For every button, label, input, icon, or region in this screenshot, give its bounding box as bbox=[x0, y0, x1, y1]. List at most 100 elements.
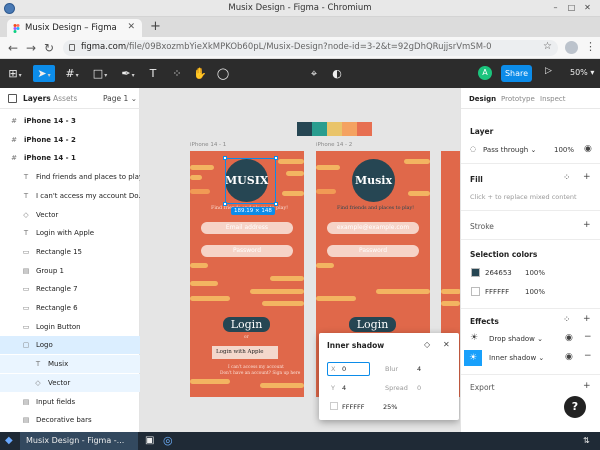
layer-item[interactable]: T I can't access my account Do... bbox=[0, 187, 140, 205]
layer-item[interactable]: ▭ Rectangle 6 bbox=[0, 299, 140, 317]
shape-tool-button[interactable]: □▾ bbox=[90, 65, 110, 82]
forward-button[interactable]: → bbox=[26, 41, 36, 55]
color-opacity[interactable]: 100% bbox=[525, 288, 545, 296]
tab-close-icon[interactable]: ✕ bbox=[127, 22, 135, 32]
palette-swatch[interactable] bbox=[342, 122, 357, 136]
layer-item[interactable]: ▤ Decorative bars bbox=[0, 411, 140, 429]
tab-assets[interactable]: Assets bbox=[53, 94, 77, 103]
layer-item[interactable]: T Find friends and places to play! bbox=[0, 168, 140, 186]
components-icon[interactable]: ⌖ bbox=[307, 65, 321, 82]
blend-mode-select[interactable]: Pass through ⌄ bbox=[483, 146, 536, 154]
present-play-icon[interactable]: ▷ bbox=[545, 66, 552, 76]
frame-label-2[interactable]: iPhone 14 - 2 bbox=[316, 142, 352, 148]
frame-tool-button[interactable]: #▾ bbox=[62, 65, 82, 82]
style-grid-icon[interactable]: ⁘ bbox=[563, 173, 571, 183]
add-export-button[interactable]: + bbox=[583, 381, 591, 391]
layer-item[interactable]: # iPhone 14 - 2 bbox=[0, 131, 140, 149]
url-field[interactable]: figma.com/file/09BxozmbYieXkMPKOb60pL/Mu… bbox=[63, 40, 558, 56]
resize-handle[interactable] bbox=[274, 202, 278, 206]
contrast-icon[interactable]: ◐ bbox=[330, 65, 344, 82]
palette-swatch[interactable] bbox=[357, 122, 372, 136]
close-window-button[interactable]: ✕ bbox=[582, 3, 593, 14]
design-canvas[interactable]: iPhone 14 - 1 iPhone 14 - 2 MUSIX Find f… bbox=[140, 88, 460, 432]
layer-item[interactable]: ▤ Group 1 bbox=[0, 262, 140, 280]
remove-effect-button[interactable]: − bbox=[584, 332, 592, 342]
tab-layers[interactable]: Layers bbox=[23, 94, 51, 103]
blur-value[interactable]: 4 bbox=[417, 365, 421, 373]
drop-icon[interactable]: ◇ bbox=[424, 340, 430, 349]
share-button[interactable]: Share bbox=[501, 65, 532, 82]
layer-item[interactable]: T Login with Apple bbox=[0, 224, 140, 242]
layer-item[interactable]: ◇ Vector bbox=[0, 373, 140, 392]
effect-settings-icon[interactable]: ☀ bbox=[470, 333, 478, 343]
browser-menu-icon[interactable]: ⋮ bbox=[585, 40, 596, 53]
resize-handle[interactable] bbox=[223, 156, 227, 160]
network-tray-icon[interactable]: ⇅ bbox=[583, 432, 590, 450]
frame-label-1[interactable]: iPhone 14 - 1 bbox=[190, 142, 226, 148]
palette-swatch[interactable] bbox=[297, 122, 312, 136]
shadow-color-hex[interactable]: FFFFFF bbox=[342, 403, 364, 411]
help-button[interactable]: ? bbox=[564, 396, 586, 418]
password-input-2[interactable]: Password bbox=[327, 245, 419, 257]
effect-type-select[interactable]: Inner shadow ⌄ bbox=[489, 354, 544, 362]
spread-value[interactable]: 0 bbox=[417, 384, 421, 392]
layer-item[interactable]: ▤ Input fields bbox=[0, 393, 140, 411]
start-menu-icon[interactable]: ◆ bbox=[5, 432, 13, 450]
login-button-2[interactable]: Login bbox=[349, 317, 396, 332]
add-fill-button[interactable]: + bbox=[583, 172, 591, 182]
layer-item[interactable]: T Musix bbox=[0, 355, 140, 374]
zoom-level[interactable]: 50% ▾ bbox=[570, 68, 594, 77]
y-value[interactable]: 4 bbox=[342, 384, 346, 392]
resize-handle[interactable] bbox=[274, 156, 278, 160]
user-avatar[interactable]: A bbox=[478, 66, 492, 80]
layer-item[interactable]: ▢ Logo bbox=[0, 336, 140, 355]
color-hex[interactable]: 264653 bbox=[485, 269, 512, 277]
email-input[interactable]: Email address bbox=[201, 222, 293, 234]
effect-visibility-eye-icon[interactable]: ◉ bbox=[565, 352, 573, 362]
tab-design[interactable]: Design bbox=[469, 95, 496, 103]
layer-item[interactable]: ◇ Vector bbox=[0, 206, 140, 224]
page-selector[interactable]: Page 1 ⌄ bbox=[103, 94, 137, 103]
minimize-button[interactable]: – bbox=[550, 3, 561, 14]
add-stroke-button[interactable]: + bbox=[583, 220, 591, 230]
layer-item[interactable]: ▭ Rectangle 15 bbox=[0, 243, 140, 261]
palette-swatch[interactable] bbox=[327, 122, 342, 136]
panel-toggle-icon[interactable] bbox=[8, 94, 17, 103]
effect-settings-icon[interactable]: ☀ bbox=[464, 350, 482, 366]
resources-button[interactable]: ⁘ bbox=[170, 65, 184, 82]
back-button[interactable]: ← bbox=[8, 41, 18, 55]
pen-tool-button[interactable]: ✒▾ bbox=[118, 65, 138, 82]
email-input-2[interactable]: example@example.com bbox=[327, 222, 419, 234]
text-tool-button[interactable]: T bbox=[146, 65, 160, 82]
layer-item[interactable]: ▭ Rectangle 7 bbox=[0, 280, 140, 298]
new-tab-button[interactable]: + bbox=[150, 19, 161, 34]
hand-tool-button[interactable]: ✋ bbox=[193, 65, 207, 82]
effect-style-grid-icon[interactable]: ⁘ bbox=[563, 315, 571, 325]
comment-tool-button[interactable]: ◯ bbox=[216, 65, 230, 82]
login-button[interactable]: Login bbox=[223, 317, 270, 332]
profile-avatar[interactable] bbox=[565, 41, 578, 54]
tab-inspect[interactable]: Inspect bbox=[540, 95, 566, 103]
layer-item[interactable]: # iPhone 14 - 1 bbox=[0, 149, 140, 167]
color-hex[interactable]: FFFFFF bbox=[485, 288, 509, 296]
color-swatch[interactable] bbox=[471, 268, 480, 277]
password-input[interactable]: Password bbox=[201, 245, 293, 257]
palette-swatch[interactable] bbox=[312, 122, 327, 136]
effect-type-select[interactable]: Drop shadow ⌄ bbox=[489, 335, 543, 343]
layer-item[interactable]: ▭ Login Button bbox=[0, 318, 140, 336]
logo-2[interactable]: Musix bbox=[352, 159, 395, 202]
move-tool-button[interactable]: ➤▾ bbox=[33, 65, 55, 82]
effect-visibility-eye-icon[interactable]: ◉ bbox=[565, 333, 573, 343]
bookmark-star-icon[interactable]: ☆ bbox=[543, 41, 552, 52]
taskbar-window-button[interactable]: Musix Design - Figma -... bbox=[20, 432, 138, 450]
terminal-icon[interactable]: ▣ bbox=[145, 432, 154, 450]
resize-handle[interactable] bbox=[223, 202, 227, 206]
chromium-icon[interactable]: ◎ bbox=[163, 432, 173, 450]
tab-prototype[interactable]: Prototype bbox=[501, 95, 535, 103]
visibility-eye-icon[interactable]: ◉ bbox=[584, 144, 592, 154]
shadow-opacity[interactable]: 25% bbox=[383, 403, 397, 411]
apple-login-button[interactable]: Login with Apple bbox=[212, 346, 278, 359]
add-effect-button[interactable]: + bbox=[583, 314, 591, 324]
selection-box[interactable] bbox=[225, 158, 276, 204]
remove-effect-button[interactable]: − bbox=[584, 351, 592, 361]
